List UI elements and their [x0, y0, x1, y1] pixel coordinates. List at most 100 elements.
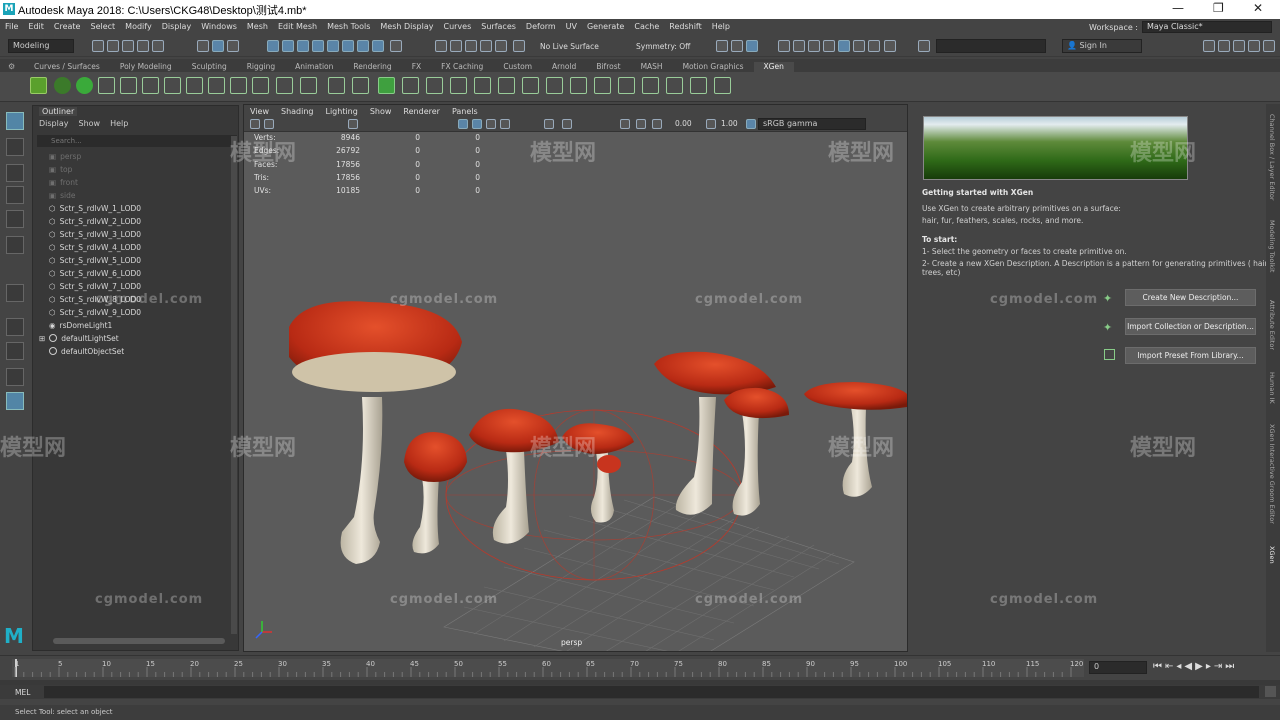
xgen-sculpt-guide-icon[interactable] — [164, 77, 181, 94]
tab-curves-surfaces[interactable]: Curves / Surfaces — [24, 62, 110, 72]
tab-rigging[interactable]: Rigging — [237, 62, 285, 72]
tab-bifrost[interactable]: Bifrost — [586, 62, 630, 72]
history-icon[interactable] — [435, 40, 447, 52]
tab-modeling-toolkit[interactable]: Modeling Toolkit — [1268, 220, 1276, 272]
tab-poly-modeling[interactable]: Poly Modeling — [110, 62, 182, 72]
import-collection-button[interactable]: Import Collection or Description... — [1125, 318, 1256, 335]
tab-custom[interactable]: Custom — [493, 62, 542, 72]
outliner-vertical-scrollbar[interactable] — [231, 136, 237, 634]
select-object-icon[interactable] — [212, 40, 224, 52]
igs-grass-1-icon[interactable] — [426, 77, 443, 94]
render-frame-icon[interactable] — [731, 40, 743, 52]
attribute-editor-icon[interactable] — [1218, 40, 1230, 52]
sign-in-button[interactable]: 👤 Sign In — [1062, 39, 1142, 53]
redo-icon[interactable] — [152, 40, 164, 52]
light-editor-icon[interactable] — [823, 40, 835, 52]
xgen-editor-icon[interactable] — [30, 77, 47, 94]
import-preset-button[interactable]: Import Preset From Library... — [1125, 347, 1256, 364]
igs-grass-13-icon[interactable] — [714, 77, 731, 94]
igs-grass-12-icon[interactable] — [690, 77, 707, 94]
open-scene-icon[interactable] — [107, 40, 119, 52]
gamma-icon[interactable] — [706, 119, 716, 129]
tab-channel-box[interactable]: Channel Box / Layer Editor — [1268, 114, 1276, 201]
viewport-menu-lighting[interactable]: Lighting — [325, 107, 357, 116]
menu-edit[interactable]: Edit — [23, 22, 49, 31]
snap-1-icon[interactable] — [342, 40, 354, 52]
smooth-shade-icon[interactable] — [472, 119, 482, 129]
outliner-item-mesh[interactable]: ⬡ Sctr_S_rdlvW_7_LOD0 — [49, 280, 141, 292]
input-ops-icon[interactable] — [450, 40, 462, 52]
render-settings-icon[interactable] — [778, 40, 790, 52]
outliner-search-input[interactable]: Search... — [37, 135, 237, 147]
xgen-preview-icon[interactable] — [352, 77, 369, 94]
mel-label[interactable]: MEL — [15, 688, 30, 697]
scale-tool-icon[interactable] — [6, 236, 24, 254]
textured-icon[interactable] — [486, 119, 496, 129]
tab-fx[interactable]: FX — [402, 62, 431, 72]
viewport-menu-panels[interactable]: Panels — [452, 107, 478, 116]
outliner-item-mesh[interactable]: ⬡ Sctr_S_rdlvW_2_LOD0 — [49, 215, 141, 227]
hypershade-icon[interactable] — [793, 40, 805, 52]
output-ops-icon[interactable] — [465, 40, 477, 52]
lights-icon[interactable] — [500, 119, 510, 129]
outliner-layout-icon[interactable] — [6, 392, 24, 410]
outliner-item-persp[interactable]: ▣ persp — [49, 150, 81, 162]
script-editor-icon[interactable] — [1265, 686, 1276, 697]
redshift-ipr-icon[interactable] — [853, 40, 865, 52]
select-hierarchy-icon[interactable] — [197, 40, 209, 52]
step-back-key-icon[interactable]: ⇤ — [1165, 661, 1176, 672]
exposure-icon[interactable] — [652, 119, 662, 129]
menu-modify[interactable]: Modify — [120, 22, 157, 31]
color-space-dropdown[interactable]: sRGB gamma — [758, 118, 866, 130]
tab-attribute-editor[interactable]: Attribute Editor — [1268, 300, 1276, 350]
xgen-delete-guide-icon[interactable] — [328, 77, 345, 94]
four-view-layout-icon[interactable] — [6, 342, 24, 360]
outliner-item-mesh[interactable]: ⬡ Sctr_S_rdlvW_8_LOD0 — [49, 293, 141, 305]
xgen-create-description-icon[interactable] — [54, 77, 71, 94]
igs-grass-2-icon[interactable] — [450, 77, 467, 94]
xgen-move-guide-icon[interactable] — [142, 77, 159, 94]
redshift-render-icon[interactable] — [838, 40, 850, 52]
maximize-icon[interactable]: ❐ — [1213, 1, 1224, 15]
tab-mash[interactable]: MASH — [631, 62, 673, 72]
grid-icon[interactable] — [348, 119, 358, 129]
workspace-dropdown[interactable]: Maya Classic* — [1142, 21, 1272, 33]
tab-arnold[interactable]: Arnold — [542, 62, 586, 72]
viewport-menu-show[interactable]: Show — [370, 107, 392, 116]
outliner-horizontal-scrollbar[interactable] — [53, 638, 225, 644]
input-line-icon[interactable] — [918, 40, 930, 52]
igs-grass-3-icon[interactable] — [474, 77, 491, 94]
time-slider[interactable]: 1 5 10 15 20 25 30 35 40 45 50 55 60 65 … — [0, 655, 1280, 679]
snap-curve-icon[interactable] — [282, 40, 294, 52]
tab-human-ik[interactable]: Human IK — [1268, 372, 1276, 404]
igs-place-icon[interactable] — [402, 77, 419, 94]
create-new-description-button[interactable]: Create New Description... — [1125, 289, 1256, 306]
igs-grass-9-icon[interactable] — [618, 77, 635, 94]
menu-help[interactable]: Help — [707, 22, 735, 31]
snap-grid-icon[interactable] — [267, 40, 279, 52]
undo-icon[interactable] — [137, 40, 149, 52]
xgen-add-guide-icon[interactable] — [120, 77, 137, 94]
igs-grass-6-icon[interactable] — [546, 77, 563, 94]
outliner-item-light[interactable]: ◉ rsDomeLight1 — [49, 319, 112, 331]
igs-grass-7-icon[interactable] — [570, 77, 587, 94]
outliner-item-side[interactable]: ▣ side — [49, 189, 75, 201]
outliner-item-mesh[interactable]: ⬡ Sctr_S_rdlvW_1_LOD0 — [49, 202, 141, 214]
menu-mesh-tools[interactable]: Mesh Tools — [322, 22, 375, 31]
outliner-item-mesh[interactable]: ⬡ Sctr_S_rdlvW_4_LOD0 — [49, 241, 141, 253]
viewport-menu-view[interactable]: View — [250, 107, 269, 116]
shelf-menu-icon[interactable]: ⚙ — [8, 62, 15, 71]
step-forward-icon[interactable]: ▸ — [1206, 661, 1214, 672]
current-frame-field[interactable]: 0 — [1089, 661, 1147, 674]
viewport-menu-shading[interactable]: Shading — [281, 107, 314, 116]
close-icon[interactable]: ✕ — [1253, 1, 1263, 15]
xray-icon[interactable] — [636, 119, 646, 129]
snap-view-plane-icon[interactable] — [312, 40, 324, 52]
menu-redshift[interactable]: Redshift — [664, 22, 706, 31]
play-forwards-icon[interactable]: ▶ — [1195, 661, 1206, 672]
xgen-primitive-icon[interactable] — [76, 77, 93, 94]
viewport-panel[interactable]: View Shading Lighting Show Renderer Pane… — [243, 104, 908, 652]
minimize-icon[interactable]: — — [1172, 1, 1184, 15]
live-surface-icon[interactable] — [513, 40, 525, 52]
menu-select[interactable]: Select — [85, 22, 120, 31]
